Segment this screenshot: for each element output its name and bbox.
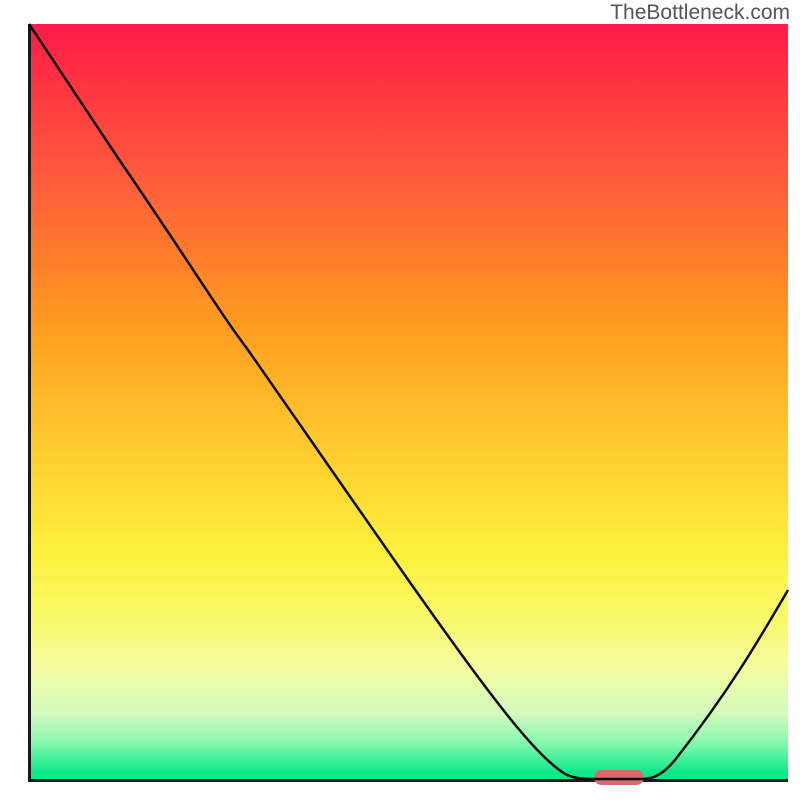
optimal-range-marker <box>594 770 644 785</box>
gradient-plot-area <box>29 24 788 780</box>
watermark-text: TheBottleneck.com <box>610 1 790 25</box>
x-axis-line <box>28 779 788 782</box>
y-axis-line <box>28 24 31 782</box>
